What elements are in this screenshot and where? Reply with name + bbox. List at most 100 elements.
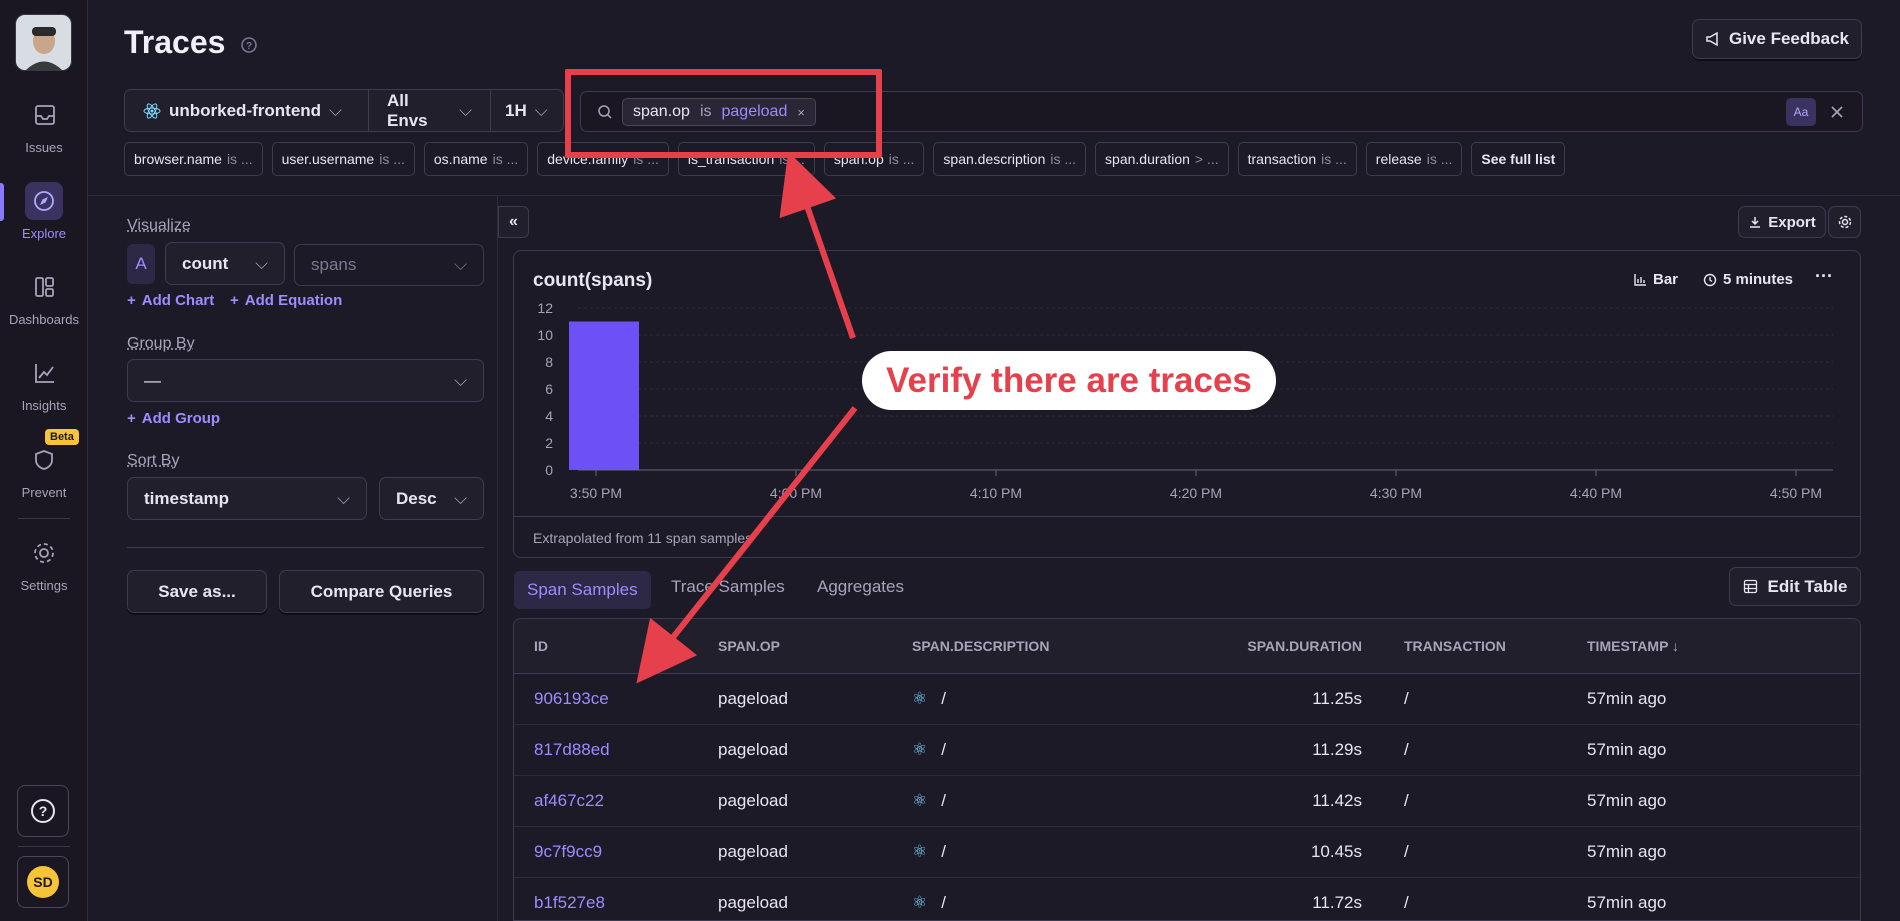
sidebar-item-label: Explore (21, 226, 67, 241)
y-tick-label: 4 (545, 408, 553, 424)
export-button[interactable]: Export (1738, 206, 1826, 238)
chart-line-icon (25, 354, 63, 392)
sidebar-item-label: Insights (21, 398, 67, 413)
span-id-link[interactable]: 9c7f9cc9 (514, 842, 718, 862)
sort-direction-selector[interactable]: Desc ⌵ (379, 477, 484, 520)
filter-chip[interactable]: span.duration > ... (1095, 142, 1229, 176)
span-duration: 10.45s (1310, 842, 1362, 861)
field-selector[interactable]: spans ⌵ (294, 244, 484, 286)
sidebar-item-label: Dashboards (8, 312, 80, 327)
svg-text:?: ? (39, 803, 48, 819)
table-row[interactable]: 817d88ed pageload ⚛/ 11.29s / 57min ago (514, 725, 1860, 776)
sidebar-item-label: Prevent (21, 485, 67, 500)
column-header[interactable]: ID (514, 638, 718, 654)
table-row[interactable]: 906193ce pageload ⚛/ 11.25s / 57min ago (514, 674, 1860, 725)
see-full-list-button[interactable]: See full list (1471, 142, 1566, 176)
close-icon[interactable] (1829, 104, 1845, 120)
chevron-down-icon: ⌵ (459, 100, 472, 120)
tab-aggregates[interactable]: Aggregates (817, 577, 904, 597)
span-description: ⚛ / (912, 791, 946, 810)
aggregate-selector[interactable]: count ⌵ (165, 242, 285, 285)
span-id-link[interactable]: b1f527e8 (514, 893, 718, 913)
filter-chip[interactable]: span.description is ... (933, 142, 1087, 176)
group-by-selector[interactable]: — ⌵ (127, 359, 484, 402)
filter-chip[interactable]: transaction is ... (1237, 142, 1357, 176)
filter-chip[interactable]: browser.name is ... (124, 142, 263, 176)
sidebar-item-issues[interactable]: Issues (0, 96, 88, 155)
give-feedback-button[interactable]: Give Feedback (1692, 19, 1862, 59)
group-by-label: Group By (127, 335, 195, 352)
span-duration: 11.72s (1312, 893, 1362, 912)
span-duration: 11.25s (1312, 689, 1362, 708)
transaction: / (1404, 893, 1409, 912)
case-sensitive-toggle[interactable]: Aa (1786, 98, 1816, 126)
column-header[interactable]: SPAN.OP (718, 638, 912, 654)
table-row[interactable]: af467c22 pageload ⚛/ 11.42s / 57min ago (514, 776, 1860, 827)
sort-field-selector[interactable]: timestamp ⌵ (127, 477, 367, 520)
table-icon (1743, 579, 1757, 594)
save-as-button[interactable]: Save as... (127, 570, 267, 613)
tab-trace-samples[interactable]: Trace Samples (671, 577, 785, 597)
project-selector[interactable]: unborked-frontend ⌵ (125, 90, 369, 131)
period-selector[interactable]: 1H ⌵ (491, 90, 563, 131)
react-icon: ⚛ (912, 740, 928, 759)
help-icon: ? (31, 799, 55, 823)
x-tick-label: 4:40 PM (1570, 485, 1622, 501)
column-header[interactable]: SPAN.DURATION (1162, 638, 1362, 654)
add-equation-button[interactable]: + Add Equation (230, 292, 342, 309)
span-id-link[interactable]: 817d88ed (514, 740, 718, 760)
y-tick-label: 6 (545, 381, 553, 397)
shield-icon (25, 441, 63, 479)
gear-icon (25, 534, 63, 572)
compare-queries-button[interactable]: Compare Queries (279, 570, 484, 613)
sidebar-item-settings[interactable]: Settings (0, 534, 88, 593)
user-menu-button[interactable]: SD (17, 856, 69, 908)
avatar: SD (27, 866, 59, 898)
transaction: / (1404, 842, 1409, 861)
table-row[interactable]: 9c7f9cc9 pageload ⚛/ 10.45s / 57min ago (514, 827, 1860, 878)
timestamp: 57min ago (1587, 842, 1667, 861)
x-tick-label: 4:50 PM (1770, 485, 1822, 501)
y-tick-label: 10 (537, 327, 553, 343)
table-row[interactable]: b1f527e8 pageload ⚛/ 11.72s / 57min ago (514, 878, 1860, 920)
svg-text:?: ? (246, 41, 252, 52)
plus-icon: + (127, 292, 136, 309)
sidebar-item-explore[interactable]: Explore (0, 182, 88, 241)
chart-footer: Extrapolated from 11 span samples (533, 530, 753, 546)
column-header[interactable]: TIMESTAMP ↓ (1587, 638, 1847, 654)
column-header[interactable]: TRANSACTION (1362, 638, 1587, 654)
transaction: / (1404, 740, 1409, 759)
timestamp: 57min ago (1587, 689, 1667, 708)
span-id-link[interactable]: 906193ce (514, 689, 718, 709)
column-header[interactable]: SPAN.DESCRIPTION (912, 638, 1162, 654)
settings-button[interactable] (1828, 206, 1861, 238)
panel-divider (497, 196, 498, 921)
environment-selector[interactable]: All Envs ⌵ (369, 90, 491, 131)
header-divider (88, 195, 1900, 196)
collapse-panel-button[interactable]: « (498, 206, 529, 238)
question-icon[interactable]: ? (240, 36, 258, 54)
filter-chip[interactable]: release is ... (1365, 142, 1463, 176)
sidebar-item-dashboards[interactable]: Dashboards (0, 268, 88, 327)
span-op: pageload (718, 689, 788, 708)
plus-icon: + (230, 292, 239, 309)
filter-chip[interactable]: user.username is ... (271, 142, 415, 176)
span-id-link[interactable]: af467c22 (514, 791, 718, 811)
tab-span-samples[interactable]: Span Samples (514, 571, 651, 609)
sidebar-item-insights[interactable]: Insights (0, 354, 88, 413)
sidebar-item-prevent[interactable]: Prevent (0, 441, 88, 500)
interval-selector[interactable]: 5 minutes (1703, 271, 1793, 288)
gear-icon (1838, 215, 1851, 229)
edit-table-button[interactable]: Edit Table (1729, 567, 1861, 606)
more-options-icon[interactable]: ··· (1815, 266, 1833, 287)
org-avatar[interactable] (15, 14, 72, 71)
help-button[interactable]: ? (17, 785, 69, 837)
chart-type-selector[interactable]: Bar (1633, 271, 1678, 288)
filter-chip[interactable]: os.name is ... (423, 142, 529, 176)
add-chart-button[interactable]: + Add Chart (127, 292, 214, 309)
add-group-button[interactable]: + Add Group (127, 410, 220, 427)
download-icon (1750, 217, 1761, 228)
span-op: pageload (718, 842, 788, 861)
clock-icon (1703, 273, 1717, 286)
y-tick-label: 8 (545, 354, 553, 370)
